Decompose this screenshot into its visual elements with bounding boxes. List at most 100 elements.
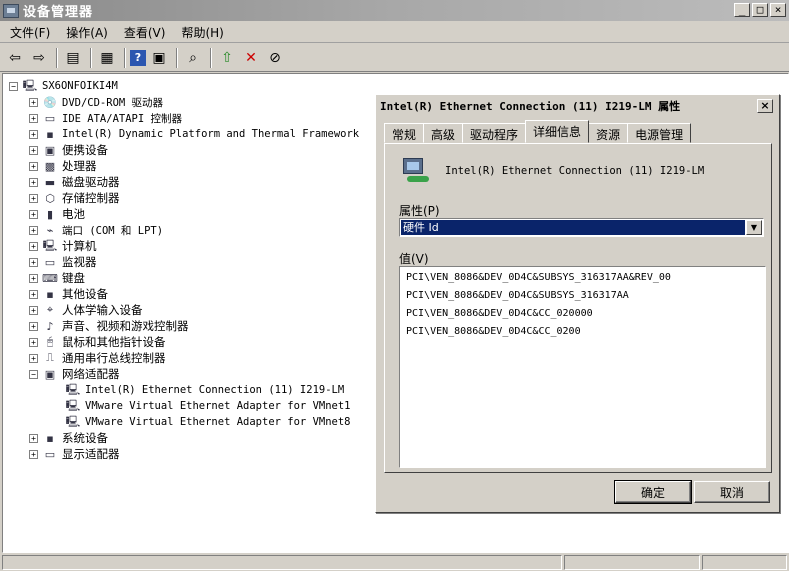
tree-item-category[interactable]: + ▬ 磁盘驱动器 (9, 174, 359, 190)
expand-icon[interactable]: + (29, 353, 38, 363)
tree-item-category[interactable]: + ⌨ 键盘 (9, 270, 359, 286)
tree-item-category[interactable]: + ▪ 其他设备 (9, 286, 359, 302)
tree-item-network-adapter[interactable]: 🖳 VMware Virtual Ethernet Adapter for VMn… (9, 414, 359, 430)
cancel-button[interactable]: 取消 (694, 481, 770, 503)
chevron-down-icon[interactable]: ▼ (746, 220, 762, 235)
menu-file[interactable]: 文件(F) (4, 22, 56, 43)
properties-icon[interactable]: ▦ (96, 47, 118, 69)
tree-item-display-adapters[interactable]: + ▭ 显示适配器 (9, 446, 359, 462)
show-hide-tree-icon[interactable]: ▤ (62, 47, 84, 69)
tree-item-label: 电池 (62, 207, 85, 221)
tree-item-label: 监视器 (62, 255, 97, 269)
forward-icon[interactable]: ⇨ (28, 47, 50, 69)
property-select-value: 硬件 Id (401, 220, 745, 235)
expand-icon[interactable]: + (29, 337, 38, 347)
expand-icon[interactable]: + (29, 257, 38, 267)
tree-item-category[interactable]: + ▩ 处理器 (9, 158, 359, 174)
system-devices-icon: ▪ (46, 431, 54, 445)
keyboard-icon: ⌨ (42, 271, 58, 285)
mouse-icon: 🖰 (46, 335, 54, 348)
collapse-icon[interactable]: − (9, 81, 18, 91)
tab-power-management[interactable]: 电源管理 (627, 123, 692, 143)
tab-resources[interactable]: 资源 (588, 123, 629, 143)
tab-driver[interactable]: 驱动程序 (462, 123, 527, 143)
scan-hardware-icon[interactable]: ⌕ (182, 47, 204, 69)
disable-device-icon[interactable]: ⊘ (264, 47, 286, 69)
ok-button[interactable]: 确定 (614, 480, 692, 504)
collapse-icon[interactable]: − (29, 369, 38, 379)
list-item[interactable]: PCI\VEN_8086&DEV_0D4C&SUBSYS_316317AA (406, 287, 759, 305)
toolbar-separator (90, 47, 92, 68)
tab-advanced[interactable]: 高级 (423, 123, 464, 143)
tree-item-category[interactable]: + ▭ 监视器 (9, 254, 359, 270)
tree-root[interactable]: − 🖳 SX6ONFOIKI4M (9, 78, 359, 94)
expand-icon[interactable]: + (29, 113, 38, 123)
view-icon[interactable]: ▣ (148, 47, 170, 69)
expand-icon[interactable]: + (29, 321, 38, 331)
expand-icon[interactable]: + (29, 97, 38, 107)
maximize-button[interactable]: □ (752, 3, 768, 17)
expand-icon[interactable]: + (29, 273, 38, 283)
tree-item-category[interactable]: − ▣ 网络适配器 (9, 366, 359, 382)
hid-icon: ⌖ (46, 303, 54, 316)
tree-item-system-devices[interactable]: + ▪ 系统设备 (9, 430, 359, 446)
expand-icon[interactable]: + (29, 145, 38, 155)
network-adapter-icon (401, 156, 433, 186)
tree-item-category[interactable]: + ⌁ 端口 (COM 和 LPT) (9, 222, 359, 238)
computer-icon: 🖳 (22, 78, 38, 92)
list-item[interactable]: PCI\VEN_8086&DEV_0D4C&SUBSYS_316317AA&RE… (406, 269, 759, 287)
tree-item-label: 计算机 (62, 239, 97, 253)
uninstall-icon[interactable]: ✕ (240, 47, 262, 69)
tree-item-category[interactable]: + ⎍ 通用串行总线控制器 (9, 350, 359, 366)
expand-icon[interactable]: + (29, 225, 38, 235)
tree-item-category[interactable]: + ▭ IDE ATA/ATAPI 控制器 (9, 110, 359, 126)
status-bar (0, 554, 789, 571)
tab-general[interactable]: 常规 (384, 123, 425, 143)
menu-bar: 文件(F) 操作(A) 查看(V) 帮助(H) (0, 22, 789, 43)
back-icon[interactable]: ⇦ (4, 47, 26, 69)
update-driver-icon[interactable]: ⇧ (216, 47, 238, 69)
list-item[interactable]: PCI\VEN_8086&DEV_0D4C&CC_020000 (406, 305, 759, 323)
device-name: Intel(R) Ethernet Connection (11) I219-L… (445, 165, 705, 177)
tree-item-label: 处理器 (62, 159, 97, 173)
tree-item-category[interactable]: + 🖳 计算机 (9, 238, 359, 254)
tree-item-category[interactable]: + ⌖ 人体学输入设备 (9, 302, 359, 318)
tree-item-network-adapter[interactable]: 🖳 VMware Virtual Ethernet Adapter for VMn… (9, 398, 359, 414)
close-button[interactable]: × (770, 3, 786, 17)
expand-icon[interactable]: + (29, 161, 38, 171)
expand-icon[interactable]: + (29, 209, 38, 219)
menu-help[interactable]: 帮助(H) (175, 22, 229, 43)
sound-icon: ♪ (46, 319, 54, 333)
expand-icon[interactable]: + (29, 241, 38, 251)
expand-icon[interactable]: + (29, 193, 38, 203)
expand-icon[interactable]: + (29, 305, 38, 315)
tree-item-category[interactable]: + 🖰 鼠标和其他指针设备 (9, 334, 359, 350)
details-panel: Intel(R) Ethernet Connection (11) I219-L… (384, 143, 772, 473)
tree-item-label: 通用串行总线控制器 (62, 351, 166, 365)
expand-icon[interactable]: + (29, 289, 38, 299)
tree-item-category[interactable]: + ▣ 便携设备 (9, 142, 359, 158)
device-header: Intel(R) Ethernet Connection (11) I219-L… (401, 156, 704, 186)
list-item[interactable]: PCI\VEN_8086&DEV_0D4C&CC_0200 (406, 323, 759, 341)
other-device-icon: ▪ (46, 287, 54, 301)
expand-icon[interactable]: + (29, 129, 38, 139)
expand-icon[interactable]: + (29, 449, 38, 459)
tree-item-network-adapter[interactable]: 🖳 Intel(R) Ethernet Connection (11) I219-… (9, 382, 359, 398)
tree-item-category[interactable]: + ▮ 电池 (9, 206, 359, 222)
tree-item-category[interactable]: + ♪ 声音、视频和游戏控制器 (9, 318, 359, 334)
toolbar-separator (176, 47, 178, 68)
property-select[interactable]: 硬件 Id ▼ (399, 218, 764, 237)
expand-icon[interactable]: + (29, 177, 38, 187)
tree-item-category[interactable]: + ▪ Intel(R) Dynamic Platform and Thermal … (9, 126, 359, 142)
thermal-framework-icon: ▪ (46, 127, 54, 141)
tree-item-category[interactable]: + 💿 DVD/CD-ROM 驱动器 (9, 94, 359, 110)
tree-item-category[interactable]: + ⬡ 存储控制器 (9, 190, 359, 206)
help-icon[interactable]: ? (130, 49, 146, 66)
value-list[interactable]: PCI\VEN_8086&DEV_0D4C&SUBSYS_316317AA&RE… (399, 266, 766, 468)
minimize-button[interactable]: _ (734, 3, 750, 17)
tab-details[interactable]: 详细信息 (525, 120, 590, 143)
menu-action[interactable]: 操作(A) (60, 22, 114, 43)
menu-view[interactable]: 查看(V) (118, 22, 172, 43)
dialog-close-button[interactable]: × (757, 99, 773, 113)
expand-icon[interactable]: + (29, 433, 38, 443)
